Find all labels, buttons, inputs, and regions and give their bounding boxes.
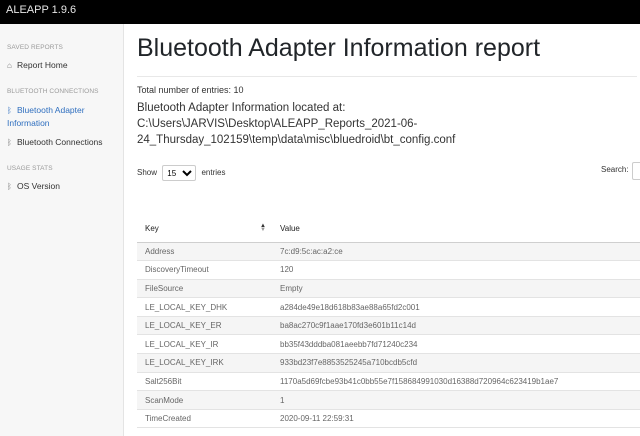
home-icon: ⌂ (7, 61, 12, 70)
sidebar-item-bluetooth-connections[interactable]: ᛒ Bluetooth Connections (7, 136, 121, 149)
sidebar-item-label: Bluetooth Connections (17, 137, 103, 147)
key-cell: Salt256Bit (137, 372, 272, 392)
source-location-text: Bluetooth Adapter Information located at… (137, 102, 456, 146)
key-cell: Address (137, 242, 272, 262)
column-header-key[interactable]: Key ▲ ▼ (137, 216, 272, 243)
key-cell: TimeCreated (137, 409, 272, 429)
search-input[interactable] (632, 162, 640, 180)
key-cell: DiscoveryTimeout (137, 260, 272, 280)
value-cell: Empty (272, 279, 640, 299)
value-cell: 7c:d9:5c:ac:a2:ce (272, 242, 640, 262)
table-row: ScanMode 1 (137, 390, 640, 410)
value-cell: ba8ac270c9f1aae170fd3e601b11c14d (272, 316, 640, 336)
sort-icon: ▲ ▼ (260, 223, 266, 233)
bluetooth-icon: ᛒ (7, 106, 12, 115)
search-label: Search: (601, 165, 629, 174)
table-row: LE_LOCAL_KEY_IR bb35f43dddba081aeebb7fd71… (137, 334, 640, 355)
value-cell: 120 (272, 260, 640, 280)
sidebar-item-report-home[interactable]: ⌂ Report Home (7, 59, 121, 72)
entries-length-control: Show 15 entries (137, 165, 226, 181)
key-cell: ScanMode (137, 390, 272, 410)
main-content: Bluetooth Adapter Information report Tot… (124, 24, 640, 436)
sidebar-item-bluetooth-adapter-information[interactable]: ᛒ Bluetooth Adapter Information (7, 104, 121, 129)
data-table: Key ▲ ▼ Value Address 7c:d9:5c:ac:a2:ce Dis… (137, 216, 640, 436)
key-cell: LE_LOCAL_KEY_ER (137, 316, 272, 336)
table-footer-row: Key Value (137, 427, 640, 436)
app-brand[interactable]: ALEAPP 1.9.6 (6, 4, 76, 16)
table-row: LE_LOCAL_KEY_DHK a284de49e18d618b83ae88a6… (137, 297, 640, 317)
table-row: FileSource Empty (137, 279, 640, 299)
total-entries-text: Total number of entries: 10 (137, 85, 244, 95)
sidebar-heading-bluetooth-connections: BLUETOOTH CONNECTIONS (7, 88, 99, 95)
search-control: Search: (601, 162, 640, 180)
value-cell: 2020-09-11 22:59:31 (272, 409, 640, 429)
value-cell: 1 (272, 390, 640, 410)
table-row: LE_LOCAL_KEY_IRK 933bd23f7e8853525245a710… (137, 353, 640, 373)
key-cell: LE_LOCAL_KEY_DHK (137, 297, 272, 317)
entries-label: entries (201, 168, 226, 178)
table-row: Salt256Bit 1170a5d69fcbe93b41c0bb55e7f158… (137, 372, 640, 392)
table-row: TimeCreated 2020-09-11 22:59:31 (137, 409, 640, 429)
entries-per-page-select[interactable]: 15 (162, 165, 197, 181)
key-cell: LE_LOCAL_KEY_IR (137, 334, 272, 355)
key-cell: LE_LOCAL_KEY_IRK (137, 353, 272, 373)
sidebar-item-label: Bluetooth Adapter Information (7, 105, 85, 128)
footer-value: Value (272, 427, 640, 436)
value-cell: 933bd23f7e8853525245a710bcdb5cfd (272, 353, 640, 373)
table-row: DiscoveryTimeout 120 (137, 260, 640, 280)
table-header-row: Key ▲ ▼ Value (137, 216, 640, 243)
footer-key: Key (137, 427, 272, 436)
table-row: LE_LOCAL_KEY_ER ba8ac270c9f1aae170fd3e601… (137, 316, 640, 336)
sidebar-item-label: OS Version (17, 181, 60, 191)
table-row: Address 7c:d9:5c:ac:a2:ce (137, 242, 640, 262)
page-title: Bluetooth Adapter Information report (137, 34, 541, 62)
column-header-value[interactable]: Value (272, 216, 640, 243)
divider (137, 76, 637, 77)
top-navbar: ALEAPP 1.9.6 (0, 0, 640, 24)
sidebar-heading-usage-stats: USAGE STATS (7, 165, 53, 172)
sidebar-heading-saved-reports: SAVED REPORTS (7, 44, 63, 51)
bluetooth-icon: ᛒ (7, 138, 12, 147)
value-cell: bb35f43dddba081aeebb7fd71240c234 (272, 334, 640, 355)
sidebar-item-os-version[interactable]: ᛒ OS Version (7, 180, 121, 193)
show-label: Show (137, 168, 158, 178)
sidebar: SAVED REPORTS ⌂ Report Home BLUETOOTH CON… (0, 24, 124, 436)
value-cell: a284de49e18d618b83ae88a65fd2c001 (272, 297, 640, 317)
key-cell: FileSource (137, 279, 272, 299)
sidebar-item-label: Report Home (17, 60, 68, 70)
value-cell: 1170a5d69fcbe93b41c0bb55e7f158684991030d… (272, 372, 640, 392)
bluetooth-icon: ᛒ (7, 182, 12, 191)
